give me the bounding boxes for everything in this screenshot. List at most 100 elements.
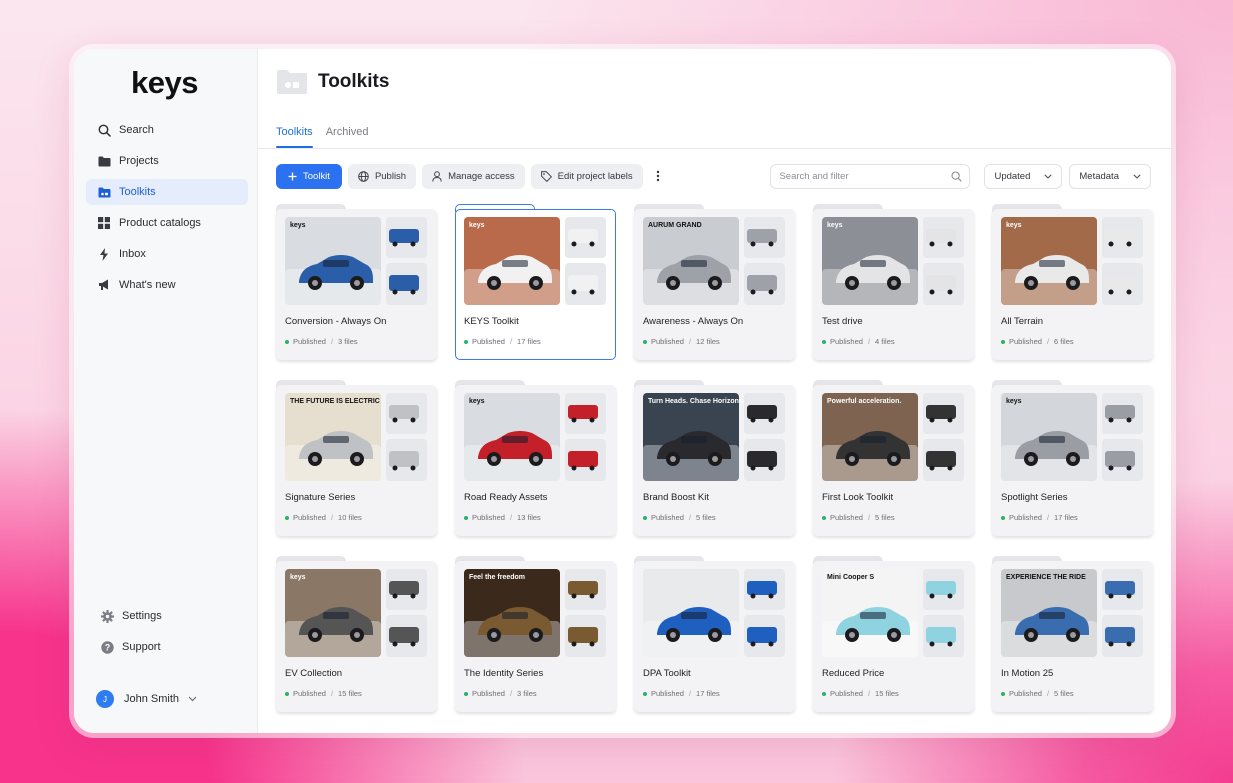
meta-separator: / (867, 689, 871, 698)
sidebar-item-settings[interactable]: Settings (86, 603, 248, 629)
svg-text:?: ? (104, 642, 110, 652)
chevron-down-icon (188, 696, 197, 702)
file-count: 4 files (875, 337, 895, 346)
status-label: Published (1009, 689, 1042, 698)
published-status-dot (464, 339, 468, 344)
tab-bar: Toolkits Archived (258, 119, 1171, 149)
toolkit-card[interactable]: keys Conversion - Always On Published / 3 fi… (276, 204, 437, 360)
manage-access-button[interactable]: Manage access (422, 163, 525, 189)
toolkit-title: The Identity Series (464, 668, 544, 679)
toolkit-meta: Published / 4 files (822, 337, 895, 346)
file-count: 10 files (338, 513, 362, 522)
published-status-dot (1001, 339, 1005, 344)
status-label: Published (293, 689, 326, 698)
toolkit-card[interactable]: AURUM GRAND Awareness - Always On Publishe… (634, 204, 795, 360)
avatar: J (96, 690, 114, 708)
edit-project-labels-button[interactable]: Edit project labels (530, 163, 643, 189)
toolkit-meta: Published / 13 files (464, 513, 541, 522)
meta-separator: / (688, 689, 692, 698)
user-menu[interactable]: J John Smith (96, 690, 197, 708)
toolkit-title: All Terrain (1001, 316, 1044, 327)
file-count: 3 files (517, 689, 537, 698)
file-count: 6 files (1054, 337, 1074, 346)
sidebar-item-toolkits[interactable]: Toolkits (86, 179, 248, 205)
sidebar-item-search[interactable]: Search (86, 117, 248, 143)
published-status-dot (822, 515, 826, 520)
publish-label: Publish (374, 170, 407, 182)
toolkit-folder-icon (97, 185, 111, 199)
toolkit-thumbnail: keys (1001, 217, 1143, 305)
thumbnail-text: Mini Cooper S (827, 574, 874, 581)
toolkit-title: First Look Toolkit (822, 492, 894, 503)
toolkit-card[interactable]: Feel the freedom The Identity Series Publi… (455, 556, 616, 712)
toolkit-card[interactable]: EXPERIENCE THE RIDE In Motion 25 Published… (992, 556, 1153, 712)
published-status-dot (643, 515, 647, 520)
toolkit-card[interactable]: keys Road Ready Assets Published / 13 files (455, 380, 616, 536)
add-toolkit-button[interactable]: Toolkit (276, 163, 342, 189)
status-label: Published (651, 689, 684, 698)
toolkit-card[interactable]: keys All Terrain Published / 6 files (992, 204, 1153, 360)
globe-icon (358, 170, 369, 182)
toolkit-card[interactable]: keys Test drive Published / 4 files (813, 204, 974, 360)
published-status-dot (822, 691, 826, 696)
file-count: 13 files (517, 513, 541, 522)
main-content: Toolkits Toolkits Archived Toolkit Publi… (258, 49, 1171, 733)
file-count: 15 files (875, 689, 899, 698)
toolkit-folder-icon (276, 69, 308, 95)
thumbnail-text: keys (469, 222, 485, 229)
toolkit-card[interactable]: Mini Cooper S Reduced Price Published / 15 f… (813, 556, 974, 712)
toolkit-title: Signature Series (285, 492, 356, 503)
toolkit-title: In Motion 25 (1001, 668, 1054, 679)
toolkit-card[interactable]: Powerful acceleration. First Look Toolkit… (813, 380, 974, 536)
metadata-dropdown[interactable]: Metadata (1069, 163, 1151, 189)
toolkit-title: KEYS Toolkit (464, 316, 519, 327)
help-icon: ? (100, 640, 114, 654)
toolkit-card[interactable]: Turn Heads. Chase Horizons. Brand Boost K… (634, 380, 795, 536)
published-status-dot (822, 339, 826, 344)
page-title: Toolkits (318, 71, 390, 92)
toolkit-meta: Published / 6 files (1001, 337, 1074, 346)
meta-separator: / (688, 513, 692, 522)
toolkit-card[interactable]: keys KEYS Toolkit Published / 17 files (455, 204, 616, 360)
toolkit-thumbnail: Turn Heads. Chase Horizons. (643, 393, 785, 481)
sidebar-item-product-catalogs[interactable]: Product catalogs (86, 210, 248, 236)
tab-archived[interactable]: Archived (326, 119, 369, 148)
file-count: 3 files (338, 337, 358, 346)
manage-access-label: Manage access (448, 170, 515, 182)
file-count: 5 files (1054, 689, 1074, 698)
meta-separator: / (509, 337, 513, 346)
meta-separator: / (509, 689, 513, 698)
publish-button[interactable]: Publish (347, 163, 417, 189)
meta-separator: / (867, 513, 871, 522)
sidebar-item-label: Toolkits (119, 186, 156, 198)
more-options-icon[interactable] (649, 164, 667, 189)
sidebar-item-projects[interactable]: Projects (86, 148, 248, 174)
logo[interactable]: keys (131, 65, 198, 101)
sort-dropdown[interactable]: Updated (984, 163, 1063, 189)
toolkit-meta: Published / 12 files (643, 337, 720, 346)
status-label: Published (651, 513, 684, 522)
toolkit-title: Conversion - Always On (285, 316, 387, 327)
chevron-down-icon (1044, 173, 1052, 179)
tab-toolkits[interactable]: Toolkits (276, 119, 313, 148)
published-status-dot (285, 339, 289, 344)
thumbnail-text: keys (290, 574, 306, 581)
toolkit-meta: Published / 10 files (285, 513, 362, 522)
toolbar: Toolkit Publish Manage access Edit proje… (276, 163, 1151, 189)
toolkit-card[interactable]: DPA Toolkit Published / 17 files (634, 556, 795, 712)
sidebar-item-whats-new[interactable]: What's new (86, 272, 248, 298)
sidebar-item-label: Inbox (119, 248, 146, 260)
search-icon (97, 123, 111, 137)
toolkit-card[interactable]: keys EV Collection Published / 15 files (276, 556, 437, 712)
sidebar-item-label: Settings (122, 610, 162, 622)
search-input[interactable] (779, 170, 950, 182)
meta-separator: / (1046, 689, 1050, 698)
toolkit-card[interactable]: keys Spotlight Series Published / 17 files (992, 380, 1153, 536)
sidebar-item-inbox[interactable]: Inbox (86, 241, 248, 267)
toolkit-card[interactable]: THE FUTURE IS ELECTRIC Signature Series Pu… (276, 380, 437, 536)
sidebar-item-support[interactable]: ? Support (86, 634, 248, 660)
toolkit-meta: Published / 15 files (822, 689, 899, 698)
thumbnail-text: THE FUTURE IS ELECTRIC (290, 398, 380, 405)
search-icon[interactable] (951, 170, 963, 185)
toolkit-meta: Published / 15 files (285, 689, 362, 698)
